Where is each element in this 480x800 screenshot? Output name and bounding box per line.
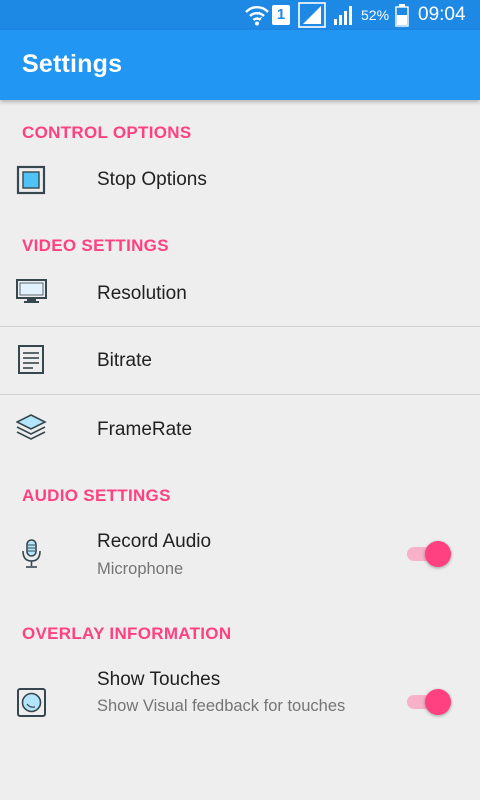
setting-show-touches[interactable]: Show Touches Show Visual feedback for to…	[0, 656, 480, 746]
battery-percent: 52%	[361, 7, 390, 23]
document-lines-icon	[16, 344, 48, 376]
section-header-overlay-information: OVERLAY INFORMATION	[22, 624, 232, 643]
clock: 09:04	[418, 4, 466, 25]
layers-icon	[15, 412, 48, 444]
setting-framerate[interactable]: FrameRate	[0, 395, 480, 463]
setting-title: Record Audio	[97, 531, 212, 552]
setting-resolution[interactable]: Resolution	[0, 262, 480, 326]
record-audio-toggle[interactable]	[405, 539, 455, 569]
monitor-icon	[16, 276, 48, 308]
touch-circle-icon	[16, 686, 48, 718]
show-touches-toggle[interactable]	[405, 687, 455, 717]
setting-record-audio[interactable]: Record Audio Microphone	[0, 518, 480, 594]
setting-subtitle: Show Visual feedback for touches	[97, 697, 346, 715]
setting-bitrate[interactable]: Bitrate	[0, 327, 480, 394]
setting-title: Stop Options	[97, 169, 207, 190]
signal-icon	[298, 0, 326, 30]
app-bar: Settings	[0, 30, 480, 100]
setting-title: Bitrate	[97, 350, 152, 371]
sim-badge: 1	[276, 6, 286, 23]
setting-stop-options[interactable]: Stop Options	[0, 150, 480, 212]
battery-icon	[395, 0, 409, 30]
sim-icon: 1	[272, 0, 292, 30]
section-header-audio-settings: AUDIO SETTINGS	[22, 486, 171, 505]
section-header-control-options: CONTROL OPTIONS	[22, 123, 192, 142]
microphone-icon	[16, 538, 48, 570]
wifi-icon	[244, 0, 270, 30]
stop-square-icon	[16, 164, 48, 196]
page-title: Settings	[22, 50, 123, 78]
toggle-thumb	[425, 541, 451, 567]
section-header-video-settings: VIDEO SETTINGS	[22, 236, 169, 255]
setting-title: FrameRate	[97, 419, 193, 440]
setting-subtitle: Microphone	[97, 560, 184, 578]
setting-title: Resolution	[97, 283, 187, 304]
toggle-thumb	[425, 689, 451, 715]
setting-title: Show Touches	[97, 669, 221, 690]
status-bar: 1 52% 09:04	[0, 0, 480, 30]
signal-icon	[333, 0, 355, 30]
